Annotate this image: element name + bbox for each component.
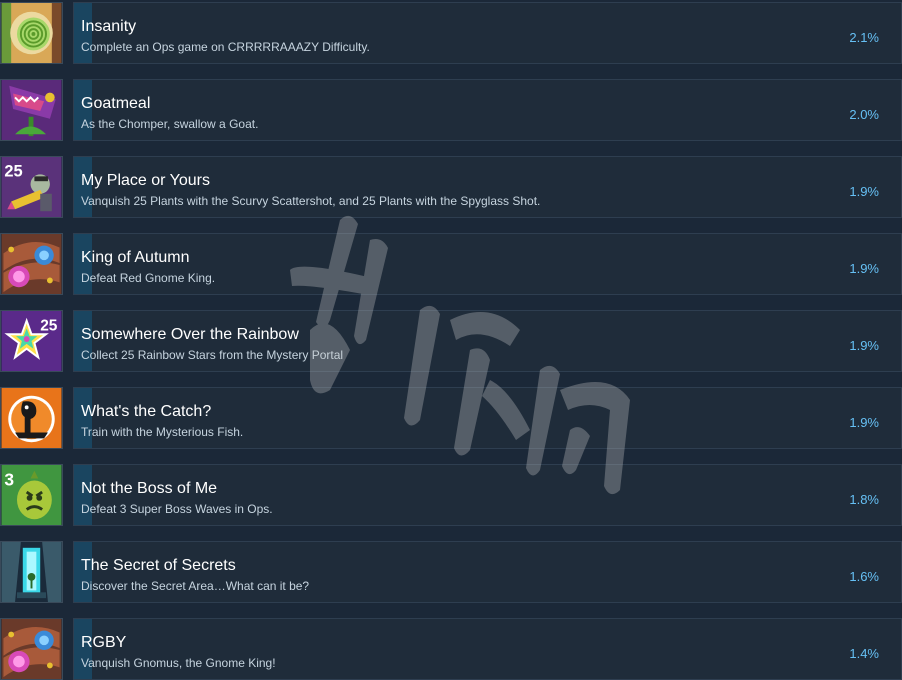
achievement-description: Discover the Secret Area…What can it be? bbox=[81, 579, 310, 593]
achievement-panel: Goatmeal As the Chomper, swallow a Goat.… bbox=[73, 79, 902, 141]
achievement-panel: The Secret of Secrets Discover the Secre… bbox=[73, 541, 902, 603]
achievement-description: Defeat 3 Super Boss Waves in Ops. bbox=[81, 502, 273, 516]
achievement-title: Not the Boss of Me bbox=[81, 480, 218, 497]
achievement-row[interactable]: Insanity Complete an Ops game on CRRRRRA… bbox=[0, 0, 902, 64]
achievement-title: Somewhere Over the Rainbow bbox=[81, 326, 299, 343]
achievement-percent: 2.1% bbox=[849, 30, 879, 45]
achievement-percent: 1.9% bbox=[849, 415, 879, 430]
achievement-title: RGBY bbox=[81, 634, 127, 651]
achievement-percent: 1.9% bbox=[849, 261, 879, 276]
achievement-percent: 1.4% bbox=[849, 646, 879, 661]
achievement-description: Defeat Red Gnome King. bbox=[81, 271, 216, 285]
achievement-row[interactable]: 3 Not the Boss of Me Defeat 3 Super Boss… bbox=[0, 462, 902, 526]
achievement-title: Insanity bbox=[81, 18, 137, 35]
achievement-row[interactable]: 25 My Place or Yours Vanquish 25 Plants … bbox=[0, 154, 902, 218]
achievement-description: Vanquish Gnomus, the Gnome King! bbox=[81, 656, 276, 670]
achievement-panel: Not the Boss of Me Defeat 3 Super Boss W… bbox=[73, 464, 902, 526]
achievement-description: Complete an Ops game on CRRRRRAAAZY Diff… bbox=[81, 40, 370, 54]
badge-number: 25 bbox=[4, 162, 22, 180]
achievement-panel: What's the Catch? Train with the Mysteri… bbox=[73, 387, 902, 449]
achievement-description: Vanquish 25 Plants with the Scurvy Scatt… bbox=[81, 194, 541, 208]
achievement-percent: 1.9% bbox=[849, 338, 879, 353]
rainbow-star-icon: 25 bbox=[0, 310, 63, 372]
portal-orbs-icon bbox=[0, 233, 63, 295]
achievement-panel: Somewhere Over the Rainbow Collect 25 Ra… bbox=[73, 310, 902, 372]
achievement-title: My Place or Yours bbox=[81, 172, 210, 189]
secret-area-icon bbox=[0, 541, 63, 603]
achievement-percent: 1.9% bbox=[849, 184, 879, 199]
achievement-title: The Secret of Secrets bbox=[81, 557, 236, 574]
pirate-zombie-icon: 25 bbox=[0, 156, 63, 218]
hypnotized-eye-icon bbox=[0, 2, 63, 64]
badge-number: 25 bbox=[40, 317, 58, 334]
achievement-row[interactable]: The Secret of Secrets Discover the Secre… bbox=[0, 539, 902, 603]
achievement-title: King of Autumn bbox=[81, 249, 190, 266]
achievement-percent: 1.6% bbox=[849, 569, 879, 584]
achievement-description: As the Chomper, swallow a Goat. bbox=[81, 117, 259, 131]
achievement-panel: King of Autumn Defeat Red Gnome King. 1.… bbox=[73, 233, 902, 295]
achievement-description: Train with the Mysterious Fish. bbox=[81, 425, 244, 439]
achievement-panel: RGBY Vanquish Gnomus, the Gnome King! 1.… bbox=[73, 618, 902, 680]
badge-number: 3 bbox=[4, 469, 14, 489]
achievement-row[interactable]: King of Autumn Defeat Red Gnome King. 1.… bbox=[0, 231, 902, 295]
achievement-row[interactable]: Goatmeal As the Chomper, swallow a Goat.… bbox=[0, 77, 902, 141]
achievement-panel: My Place or Yours Vanquish 25 Plants wit… bbox=[73, 156, 902, 218]
achievement-percent: 2.0% bbox=[849, 107, 879, 122]
portal-orbs-icon bbox=[0, 618, 63, 680]
achievement-row[interactable]: RGBY Vanquish Gnomus, the Gnome King! 1.… bbox=[0, 616, 902, 680]
achievement-row[interactable]: 25 Somewhere Over the Rainbow Collect 25… bbox=[0, 308, 902, 372]
achievement-row[interactable]: What's the Catch? Train with the Mysteri… bbox=[0, 385, 902, 449]
achievement-percent: 1.8% bbox=[849, 492, 879, 507]
boss-plant-icon: 3 bbox=[0, 464, 63, 526]
mysterious-fish-icon bbox=[0, 387, 63, 449]
achievement-title: Goatmeal bbox=[81, 95, 151, 112]
achievement-description: Collect 25 Rainbow Stars from the Myster… bbox=[81, 348, 344, 362]
achievement-panel: Insanity Complete an Ops game on CRRRRRA… bbox=[73, 2, 902, 64]
chomper-icon bbox=[0, 79, 63, 141]
achievement-title: What's the Catch? bbox=[81, 403, 212, 420]
